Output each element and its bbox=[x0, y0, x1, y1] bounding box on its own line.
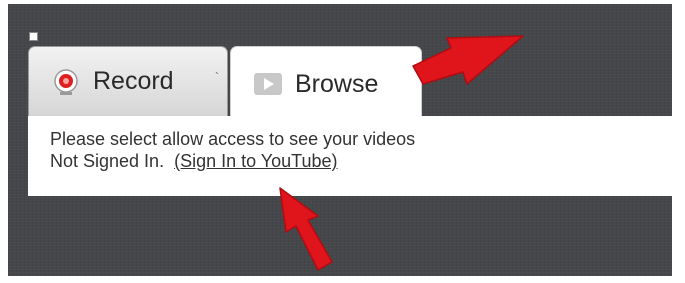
sign-in-youtube-link[interactable]: (Sign In to YouTube) bbox=[174, 151, 337, 171]
tab-tick-mark: ` bbox=[215, 70, 219, 84]
play-icon bbox=[253, 69, 283, 99]
resize-handle[interactable] bbox=[29, 32, 38, 41]
tab-browse-label: Browse bbox=[295, 69, 379, 98]
annotation-arrow-browse bbox=[412, 35, 524, 85]
access-message: Please select allow access to see your v… bbox=[50, 129, 416, 149]
sign-in-status-line: Not Signed In. (Sign In to YouTube) bbox=[50, 150, 670, 172]
annotation-arrow-signin bbox=[279, 187, 333, 271]
tab-record[interactable]: Record ` bbox=[28, 46, 228, 116]
record-icon bbox=[51, 67, 81, 97]
app-frame: Record ` Browse Please select allow acce… bbox=[8, 4, 672, 276]
sign-in-status: Not Signed In. bbox=[50, 151, 165, 171]
browse-panel: Please select allow access to see your v… bbox=[28, 116, 672, 196]
tab-record-label: Record bbox=[93, 67, 174, 95]
